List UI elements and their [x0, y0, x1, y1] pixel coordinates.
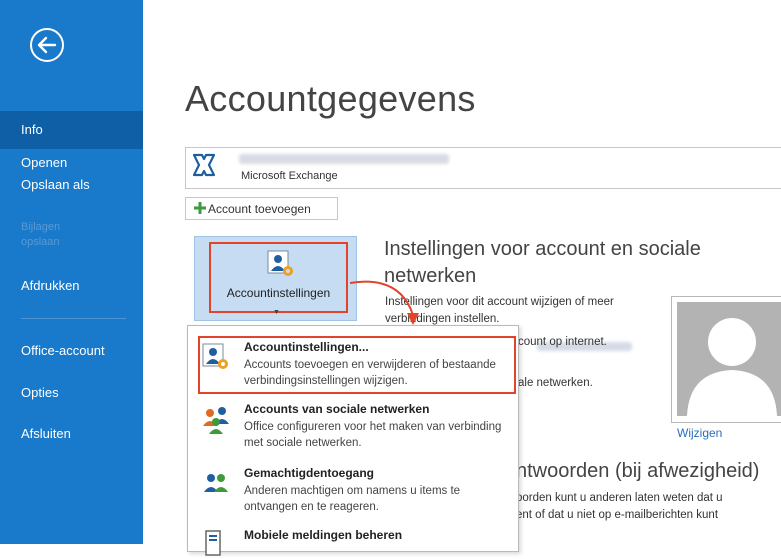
nav-item-exit[interactable]: Afsluiten — [0, 415, 143, 453]
menu-item-title: Gemachtigdentoegang — [244, 466, 375, 480]
add-account-label: Account toevoegen — [208, 202, 311, 216]
menu-item-desc: Anderen machtigen om namens u items te o… — [244, 485, 461, 513]
change-photo-link[interactable]: Wijzigen — [677, 426, 722, 440]
chevron-down-icon: ▼ — [273, 309, 280, 316]
mobile-alerts-icon — [205, 530, 221, 556]
add-account-button[interactable]: Account toevoegen — [185, 197, 338, 220]
menu-item-delegate-access[interactable]: Gemachtigdentoegang Anderen machtigen om… — [188, 464, 516, 518]
exchange-icon — [192, 153, 216, 177]
nav-item-open[interactable]: Openen — [0, 126, 143, 170]
section-description: Instellingen voor dit account wijzigen o… — [385, 296, 614, 325]
account-selector[interactable]: Microsoft Exchange ▾ — [185, 147, 781, 189]
page-title: Accountgegevens — [185, 78, 476, 119]
nav-item-options[interactable]: Opties — [0, 374, 143, 412]
avatar — [677, 302, 781, 416]
menu-item-title: Accountinstellingen... — [244, 340, 369, 354]
account-settings-icon — [202, 343, 228, 369]
nav-item-save-attachments: Bijlagen opslaan — [21, 221, 61, 248]
account-settings-label: Accountinstellingen — [226, 286, 331, 300]
nav-item-office-account[interactable]: Office-account — [0, 332, 143, 370]
menu-item-desc: Accounts toevoegen en verwijderen of bes… — [244, 359, 496, 387]
nav-item-save-as[interactable]: Opslaan als — [0, 166, 143, 204]
plus-icon — [194, 202, 206, 214]
person-silhouette-icon — [687, 318, 777, 416]
account-email — [239, 154, 449, 164]
back-arrow-icon[interactable] — [29, 27, 65, 63]
auto-replies-line-1: oorden kunt u anderen laten weten dat u — [516, 492, 723, 504]
auto-replies-description: oorden kunt u anderen laten weten dat u … — [516, 490, 781, 524]
social-network-icon — [203, 407, 229, 434]
menu-item-account-settings[interactable]: Accountinstellingen... Accounts toevoege… — [188, 338, 516, 394]
menu-item-title: Mobiele meldingen beheren — [244, 528, 403, 542]
account-settings-icon — [267, 250, 293, 276]
section-title-auto-replies: ntwoorden (bij afwezigheid) — [516, 460, 760, 482]
backstage-sidebar: Info Openen Opslaan als Bijlagen opslaan… — [0, 0, 143, 544]
sidebar-divider — [21, 318, 126, 319]
account-settings-button[interactable]: Accountinstellingen ▼ — [194, 236, 357, 321]
delegate-access-icon — [204, 474, 228, 492]
profile-photo — [671, 296, 781, 423]
section-title-account-settings: Instellingen voor account en sociale net… — [384, 238, 701, 287]
partial-text-internet: count op internet. — [518, 336, 607, 348]
account-type: Microsoft Exchange — [241, 170, 338, 182]
nav-item-print[interactable]: Afdrukken — [0, 267, 143, 305]
auto-replies-line-2: ent of dat u niet op e-mailberichten kun… — [516, 509, 719, 521]
menu-item-desc: Office configureren voor het maken van v… — [244, 421, 502, 449]
menu-item-title: Accounts van sociale netwerken — [244, 402, 430, 416]
menu-item-mobile-alerts[interactable]: Mobiele meldingen beheren — [188, 526, 516, 556]
menu-item-social-accounts[interactable]: Accounts van sociale netwerken Office co… — [188, 400, 516, 454]
partial-text-social: ale netwerken. — [518, 377, 593, 389]
account-settings-dropdown: Accountinstellingen... Accounts toevoege… — [187, 325, 519, 556]
account-settings-highlight: Accountinstellingen ▼ — [209, 242, 348, 316]
